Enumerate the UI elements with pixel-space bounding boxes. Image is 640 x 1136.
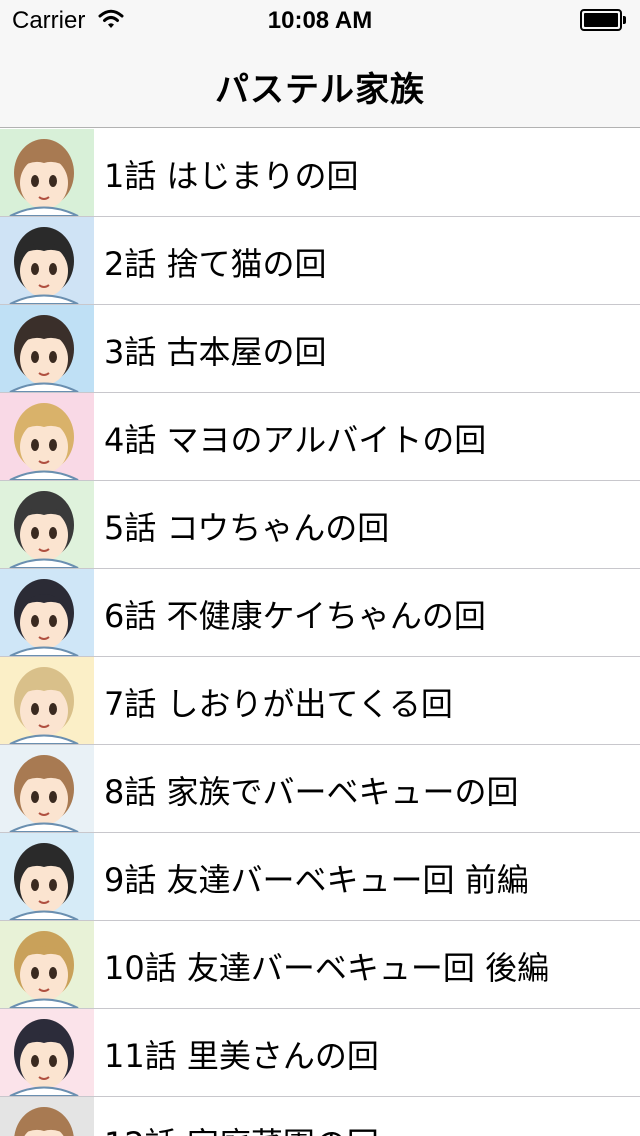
battery-icon — [580, 9, 626, 31]
episode-row[interactable]: 7話 しおりが出てくる回 — [0, 657, 640, 745]
episode-title: 7話 しおりが出てくる回 — [104, 685, 453, 723]
episode-title: 4話 マヨのアルバイトの回 — [104, 421, 487, 459]
episode-thumbnail — [0, 745, 94, 832]
episode-thumbnail — [0, 393, 94, 480]
episode-list[interactable]: 1話 はじまりの回 2話 捨て猫の回 3話 古本屋の回 4話 マヨのアルバイトの回 5話… — [0, 129, 640, 1136]
episode-title: 8話 家族でバーベキューの回 — [104, 773, 519, 811]
episode-row[interactable]: 9話 友達バーベキュー回 前編 — [0, 833, 640, 921]
episode-thumbnail — [0, 129, 94, 216]
episode-row[interactable]: 3話 古本屋の回 — [0, 305, 640, 393]
episode-thumbnail — [0, 657, 94, 744]
episode-thumbnail — [0, 569, 94, 656]
episode-thumbnail — [0, 305, 94, 392]
navigation-bar: パステル家族 — [0, 40, 640, 128]
episode-row[interactable]: 8話 家族でバーベキューの回 — [0, 745, 640, 833]
episode-thumbnail — [0, 921, 94, 1008]
episode-thumbnail — [0, 1009, 94, 1096]
episode-thumbnail — [0, 833, 94, 920]
episode-title: 2話 捨て猫の回 — [104, 245, 327, 283]
episode-thumbnail — [0, 1097, 94, 1136]
episode-title: 3話 古本屋の回 — [104, 333, 327, 371]
episode-row[interactable]: 12話 家庭菜園の回 — [0, 1097, 640, 1136]
clock: 10:08 AM — [267, 7, 373, 34]
episode-thumbnail — [0, 217, 94, 304]
episode-thumbnail — [0, 481, 94, 568]
episode-row[interactable]: 5話 コウちゃんの回 — [0, 481, 640, 569]
episode-row[interactable]: 1話 はじまりの回 — [0, 129, 640, 217]
page-title: パステル家族 — [215, 70, 425, 110]
episode-title: 1話 はじまりの回 — [104, 157, 359, 195]
episode-title: 11話 里美さんの回 — [104, 1037, 379, 1075]
episode-title: 12話 家庭菜園の回 — [104, 1119, 379, 1136]
episode-row[interactable]: 10話 友達バーベキュー回 後編 — [0, 921, 640, 1009]
episode-title: 9話 友達バーベキュー回 前編 — [104, 861, 529, 899]
episode-title: 10話 友達バーベキュー回 後編 — [104, 949, 550, 987]
episode-title: 6話 不健康ケイちゃんの回 — [104, 597, 486, 635]
episode-row[interactable]: 6話 不健康ケイちゃんの回 — [0, 569, 640, 657]
episode-title: 5話 コウちゃんの回 — [104, 509, 390, 547]
episode-row[interactable]: 2話 捨て猫の回 — [0, 217, 640, 305]
episode-row[interactable]: 11話 里美さんの回 — [0, 1009, 640, 1097]
episode-row[interactable]: 4話 マヨのアルバイトの回 — [0, 393, 640, 481]
status-bar: Carrier 10:08 AM — [0, 0, 640, 40]
